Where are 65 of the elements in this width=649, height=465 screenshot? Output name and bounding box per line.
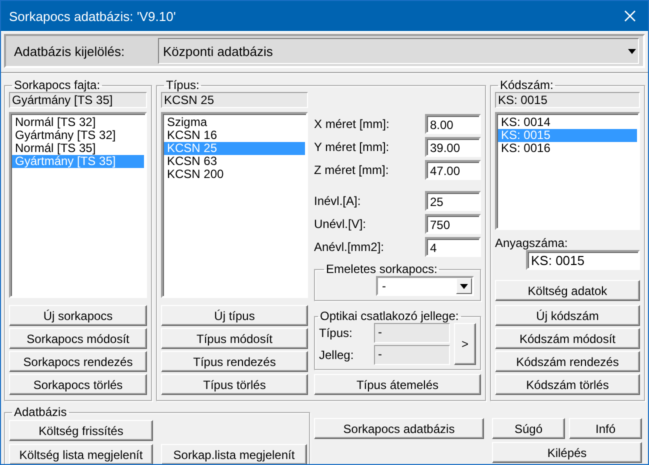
readonly-field: - xyxy=(374,323,450,343)
group-title: Adatbázis xyxy=(13,405,68,419)
group-title: Típus: xyxy=(165,78,200,92)
button[interactable]: Típus módosít xyxy=(161,328,308,349)
readonly-field: - xyxy=(374,345,450,365)
list-item[interactable]: Normál [TS 35] xyxy=(12,142,144,155)
group-title: Sorkapocs fajta: xyxy=(13,78,102,92)
window-title: Sorkapocs adatbázis: 'V9.10' xyxy=(9,8,176,24)
field-label: Unévl.[V]: xyxy=(314,217,366,231)
field-label: Jelleg: xyxy=(319,348,354,362)
stacked-dropdown[interactable]: - xyxy=(376,276,474,296)
field-label: Anyagszáma: xyxy=(495,236,569,250)
button[interactable]: Sorkapocs rendezés xyxy=(9,351,147,372)
list-item[interactable]: Gyártmány [TS 32] xyxy=(12,129,144,142)
input-field[interactable]: 8.00 xyxy=(425,114,481,134)
button[interactable]: Kilépés xyxy=(492,442,642,463)
button[interactable]: Kódszám rendezés xyxy=(495,351,640,372)
button[interactable]: Sorkap.lista megjelenít xyxy=(161,444,307,464)
readonly-field: KS: 0015 xyxy=(495,92,640,108)
input-field[interactable]: 4 xyxy=(425,237,481,257)
dropdown-arrow-icon xyxy=(628,48,636,54)
button[interactable]: Költség lista megjelenít xyxy=(9,444,153,464)
list-item[interactable]: KCSN 16 xyxy=(164,129,305,142)
button[interactable]: Kódszám törlés xyxy=(495,374,640,395)
dropdown-arrow-icon xyxy=(460,284,468,288)
input-field[interactable]: 47.00 xyxy=(425,160,481,180)
button[interactable]: Típus rendezés xyxy=(161,351,308,372)
list-item[interactable]: Szigma xyxy=(164,116,305,129)
button[interactable]: > xyxy=(454,323,476,365)
button[interactable]: Sorkapocs törlés xyxy=(9,374,147,395)
button[interactable]: Típus átemelés xyxy=(314,374,481,395)
field-label: Anévl.[mm2]: xyxy=(314,240,384,254)
button[interactable]: Kódszám módosít xyxy=(495,328,640,349)
group-title: Kódszám: xyxy=(499,78,554,92)
readonly-field: Gyártmány [TS 35] xyxy=(9,92,147,108)
readonly-field: KCSN 25 xyxy=(161,92,308,108)
group-title: Optikai csatlakozó jellege: xyxy=(319,309,460,323)
input-field[interactable]: 25 xyxy=(425,191,481,211)
button[interactable]: Új kódszám xyxy=(495,305,640,326)
field-label: X méret [mm]: xyxy=(314,117,390,131)
list-item[interactable]: KS: 0014 xyxy=(498,116,637,129)
input-field[interactable]: 39.00 xyxy=(425,137,481,157)
list-item[interactable]: KCSN 63 xyxy=(164,155,305,168)
input-field[interactable]: KS: 0015 xyxy=(526,250,640,270)
list-item[interactable]: KS: 0016 xyxy=(498,142,637,155)
field-label: Y méret [mm]: xyxy=(314,140,390,154)
button[interactable]: Költség frissítés xyxy=(9,420,153,441)
field-label: Inévl.[A]: xyxy=(314,194,361,208)
close-icon[interactable] xyxy=(624,10,636,22)
button[interactable]: Új típus xyxy=(161,305,308,326)
input-field[interactable]: 750 xyxy=(425,214,481,234)
database-dropdown[interactable]: Központi adatbázis xyxy=(158,38,639,64)
button[interactable]: Sorkapocs adatbázis xyxy=(314,418,484,439)
list-item[interactable]: KCSN 200 xyxy=(164,168,305,181)
list-item[interactable]: Normál [TS 32] xyxy=(12,116,144,129)
button[interactable]: Súgó xyxy=(492,418,565,439)
field-label: Adatbázis kijelölés: xyxy=(14,44,126,58)
button[interactable]: Költség adatok xyxy=(495,280,640,301)
field-label: Típus: xyxy=(319,326,352,340)
group-title: Emeletes sorkapocs: xyxy=(325,262,438,276)
button[interactable]: Új sorkapocs xyxy=(9,305,147,326)
button[interactable]: Típus törlés xyxy=(161,374,308,395)
button[interactable]: Infó xyxy=(569,418,642,439)
field-label: Z méret [mm]: xyxy=(314,163,389,177)
button[interactable]: Sorkapocs módosít xyxy=(9,328,147,349)
